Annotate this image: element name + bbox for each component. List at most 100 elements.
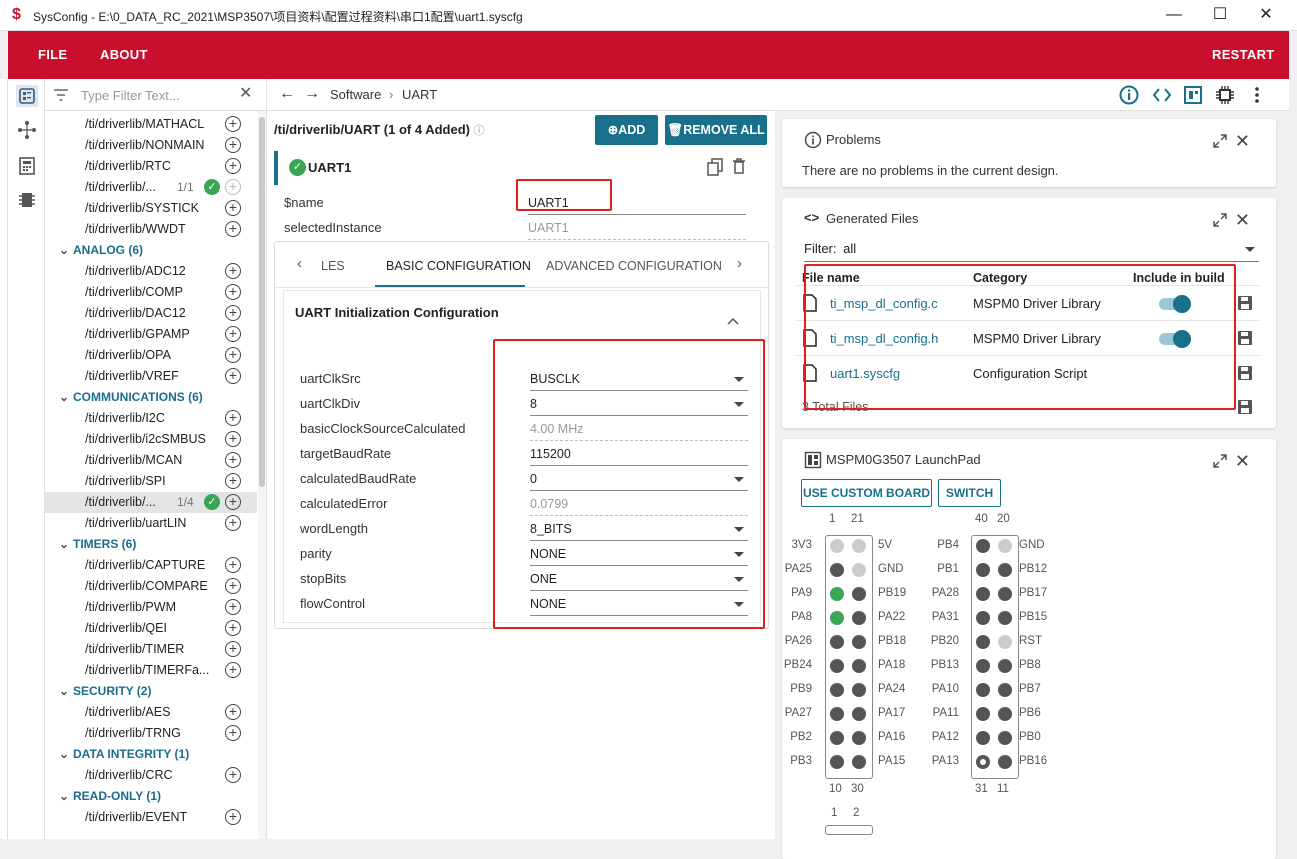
- help-icon[interactable]: ⓘ: [474, 125, 485, 137]
- tree-item[interactable]: /ti/driverlib/COMPARE +: [45, 576, 257, 597]
- tree-item[interactable]: /ti/driverlib/TIMERFa... +: [45, 660, 257, 681]
- pin-dot[interactable]: [830, 635, 844, 649]
- pin-dot[interactable]: [976, 635, 990, 649]
- tree-item[interactable]: /ti/driverlib/PWM +: [45, 597, 257, 618]
- pin-dot[interactable]: [998, 611, 1012, 625]
- add-module-icon[interactable]: +: [225, 368, 241, 384]
- add-module-icon[interactable]: +: [225, 725, 241, 741]
- add-module-icon[interactable]: +: [225, 557, 241, 573]
- add-module-icon[interactable]: +: [225, 620, 241, 636]
- forward-arrow-icon[interactable]: →: [304, 85, 320, 103]
- tree-scrollbar[interactable]: [258, 111, 266, 839]
- close-icon[interactable]: ✕: [1235, 211, 1250, 229]
- pin-dot[interactable]: [830, 563, 844, 577]
- pin-dot[interactable]: [830, 755, 844, 769]
- pin-dot[interactable]: [830, 539, 844, 553]
- tree-item[interactable]: /ti/driverlib/SYSTICK +: [45, 198, 257, 219]
- close-icon[interactable]: ✕: [1235, 132, 1250, 150]
- pin-dot[interactable]: [852, 563, 866, 577]
- pin-dot[interactable]: [976, 707, 990, 721]
- use-custom-board-button[interactable]: USE CUSTOM BOARD: [801, 479, 932, 507]
- delete-icon[interactable]: [732, 158, 746, 174]
- add-module-icon[interactable]: +: [225, 221, 241, 237]
- add-module-icon[interactable]: +: [225, 263, 241, 279]
- switch-button[interactable]: SWITCH: [938, 479, 1001, 507]
- file-filter-select[interactable]: Filter: all: [804, 241, 1259, 262]
- add-module-icon[interactable]: +: [225, 494, 241, 510]
- add-module-icon[interactable]: +: [225, 179, 241, 195]
- pin-dot[interactable]: [830, 731, 844, 745]
- tree-item[interactable]: /ti/driverlib/ADC12 +: [45, 261, 257, 282]
- pin-dot[interactable]: [852, 707, 866, 721]
- pin-dot[interactable]: [830, 587, 844, 601]
- add-module-icon[interactable]: +: [225, 284, 241, 300]
- tree-item[interactable]: /ti/driverlib/TRNG +: [45, 723, 257, 744]
- pin-dot[interactable]: [852, 755, 866, 769]
- add-module-icon[interactable]: +: [225, 137, 241, 153]
- add-module-icon[interactable]: +: [225, 641, 241, 657]
- tree-item[interactable]: /ti/driverlib/NONMAIN +: [45, 135, 257, 156]
- code-view-icon[interactable]: [1151, 84, 1173, 106]
- add-module-icon[interactable]: +: [225, 809, 241, 825]
- pin-dot[interactable]: [852, 611, 866, 625]
- pin-dot[interactable]: [976, 683, 990, 697]
- add-module-icon[interactable]: +: [225, 347, 241, 363]
- add-module-icon[interactable]: +: [225, 515, 241, 531]
- tree-scroll-thumb[interactable]: [259, 117, 265, 487]
- tree-item[interactable]: /ti/driverlib/CAPTURE +: [45, 555, 257, 576]
- add-module-icon[interactable]: +: [225, 116, 241, 132]
- category-header[interactable]: ⌄ COMMUNICATIONS (6): [59, 390, 203, 404]
- pin-dot[interactable]: [976, 539, 990, 553]
- device-view-icon[interactable]: [16, 119, 38, 141]
- add-module-icon[interactable]: +: [225, 305, 241, 321]
- tree-item[interactable]: /ti/driverlib/SPI +: [45, 471, 257, 492]
- pin-dot[interactable]: [998, 707, 1012, 721]
- add-module-icon[interactable]: +: [225, 599, 241, 615]
- chip-icon[interactable]: [16, 189, 38, 211]
- tab-scroll-right-icon[interactable]: ›: [737, 255, 742, 272]
- clear-filter-icon[interactable]: ✕: [239, 83, 252, 103]
- add-module-icon[interactable]: +: [225, 158, 241, 174]
- pin-dot[interactable]: [998, 683, 1012, 697]
- software-view-icon[interactable]: [16, 85, 38, 107]
- pin-dot[interactable]: [976, 731, 990, 745]
- chip-view-icon[interactable]: [1214, 84, 1236, 106]
- pin-dot[interactable]: [830, 659, 844, 673]
- tree-item[interactable]: /ti/driverlib/MATHACL +: [45, 114, 257, 135]
- pin-dot[interactable]: [830, 707, 844, 721]
- add-module-icon[interactable]: +: [225, 326, 241, 342]
- save-icon[interactable]: [1237, 330, 1253, 346]
- tree-item[interactable]: /ti/driverlib/COMP +: [45, 282, 257, 303]
- tree-item[interactable]: /ti/driverlib/AES +: [45, 702, 257, 723]
- add-module-icon[interactable]: +: [225, 704, 241, 720]
- close-window-button[interactable]: ✕: [1243, 0, 1289, 31]
- tree-item[interactable]: /ti/driverlib/... 1/1 ✓ +: [45, 177, 257, 198]
- tree-item[interactable]: /ti/driverlib/I2C +: [45, 408, 257, 429]
- pin-dot[interactable]: [998, 659, 1012, 673]
- tree-item[interactable]: /ti/driverlib/MCAN +: [45, 450, 257, 471]
- add-module-icon[interactable]: +: [225, 662, 241, 678]
- pin-dot[interactable]: [852, 539, 866, 553]
- pin-dot[interactable]: [976, 587, 990, 601]
- pin-dot[interactable]: [852, 659, 866, 673]
- filter-input[interactable]: Type Filter Text...: [81, 88, 180, 103]
- save-icon[interactable]: [1237, 365, 1253, 381]
- tab-scroll-left-icon[interactable]: ‹: [297, 255, 302, 272]
- tree-item[interactable]: /ti/driverlib/GPAMP +: [45, 324, 257, 345]
- tab-advanced-configuration[interactable]: ADVANCED CONFIGURATION: [546, 259, 722, 273]
- tree-item[interactable]: /ti/driverlib/EVENT +: [45, 807, 257, 828]
- pin-dot[interactable]: [998, 587, 1012, 601]
- tree-item[interactable]: /ti/driverlib/TIMER +: [45, 639, 257, 660]
- back-arrow-icon[interactable]: ←: [279, 85, 295, 103]
- expand-icon[interactable]: [1212, 453, 1228, 469]
- category-header[interactable]: ⌄ ANALOG (6): [59, 243, 143, 257]
- tree-item[interactable]: /ti/driverlib/DAC12 +: [45, 303, 257, 324]
- info-icon[interactable]: [1118, 84, 1140, 106]
- add-module-icon[interactable]: +: [225, 431, 241, 447]
- tab-basic-configuration[interactable]: BASIC CONFIGURATION: [386, 259, 531, 273]
- add-module-icon[interactable]: +: [225, 767, 241, 783]
- tree-item[interactable]: /ti/driverlib/CRC +: [45, 765, 257, 786]
- pin-dot[interactable]: [976, 755, 990, 769]
- pin-dot[interactable]: [998, 731, 1012, 745]
- collapse-icon[interactable]: [727, 313, 739, 328]
